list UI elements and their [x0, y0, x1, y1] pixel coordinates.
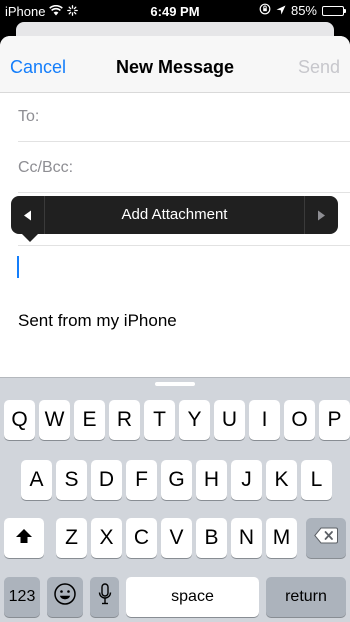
add-attachment-button[interactable]: Add Attachment [44, 206, 305, 223]
triangle-right-icon[interactable] [304, 196, 338, 234]
shift-arrow-icon [15, 526, 33, 550]
location-arrow-icon [276, 3, 286, 18]
key-t[interactable]: T [144, 400, 175, 440]
compose-sheet: Cancel New Message Send To: Cc/Bcc: Sent… [0, 36, 350, 377]
key-v[interactable]: V [161, 518, 192, 558]
cc-bcc-label: Cc/Bcc: [18, 159, 74, 176]
key-l[interactable]: L [301, 460, 332, 500]
key-e[interactable]: E [74, 400, 105, 440]
key-c[interactable]: C [126, 518, 157, 558]
subject-divider [18, 245, 350, 246]
emoji-key[interactable] [47, 577, 83, 617]
key-u[interactable]: U [214, 400, 245, 440]
keyboard-grabber[interactable] [155, 382, 195, 386]
key-r[interactable]: R [109, 400, 140, 440]
keyboard: Q W E R T Y U I O P A S D F G H J K L Z X C V B N M 123 space return [0, 377, 350, 622]
key-o[interactable]: O [284, 400, 315, 440]
key-b[interactable]: B [196, 518, 227, 558]
cc-bcc-field[interactable]: Cc/Bcc: [18, 143, 350, 193]
key-a[interactable]: A [21, 460, 52, 500]
key-k[interactable]: K [266, 460, 297, 500]
key-n[interactable]: N [231, 518, 262, 558]
status-bar: iPhone 6:49 PM 85% [0, 0, 350, 22]
key-z[interactable]: Z [56, 518, 87, 558]
nav-bar: Cancel New Message Send [0, 36, 350, 93]
key-f[interactable]: F [126, 460, 157, 500]
key-p[interactable]: P [319, 400, 350, 440]
popover-tail [21, 233, 39, 242]
key-y[interactable]: Y [179, 400, 210, 440]
return-key[interactable]: return [266, 577, 346, 617]
key-j[interactable]: J [231, 460, 262, 500]
key-g[interactable]: G [161, 460, 192, 500]
key-s[interactable]: S [56, 460, 87, 500]
battery-icon [322, 5, 346, 16]
key-d[interactable]: D [91, 460, 122, 500]
microphone-key[interactable] [90, 577, 119, 617]
message-body-signature[interactable]: Sent from my iPhone [18, 311, 177, 331]
shift-key[interactable] [4, 518, 44, 558]
send-button[interactable]: Send [298, 57, 340, 78]
key-w[interactable]: W [39, 400, 70, 440]
triangle-left-icon[interactable] [11, 196, 45, 234]
key-m[interactable]: M [266, 518, 297, 558]
emoji-icon [53, 582, 77, 612]
status-right: 85% [259, 3, 346, 18]
text-cursor [17, 256, 19, 278]
space-key[interactable]: space [126, 577, 259, 617]
key-q[interactable]: Q [4, 400, 35, 440]
orientation-lock-icon [259, 3, 271, 18]
key-i[interactable]: I [249, 400, 280, 440]
delete-key[interactable] [306, 518, 346, 558]
to-label: To: [18, 108, 40, 125]
edit-menu-popover: Add Attachment [11, 196, 338, 234]
key-h[interactable]: H [196, 460, 227, 500]
background-sheet [16, 22, 334, 36]
numbers-key[interactable]: 123 [4, 577, 40, 617]
backspace-icon [314, 526, 338, 550]
battery-percent: 85% [290, 3, 317, 18]
to-field[interactable]: To: [18, 92, 350, 142]
key-x[interactable]: X [91, 518, 122, 558]
microphone-icon [98, 583, 112, 611]
